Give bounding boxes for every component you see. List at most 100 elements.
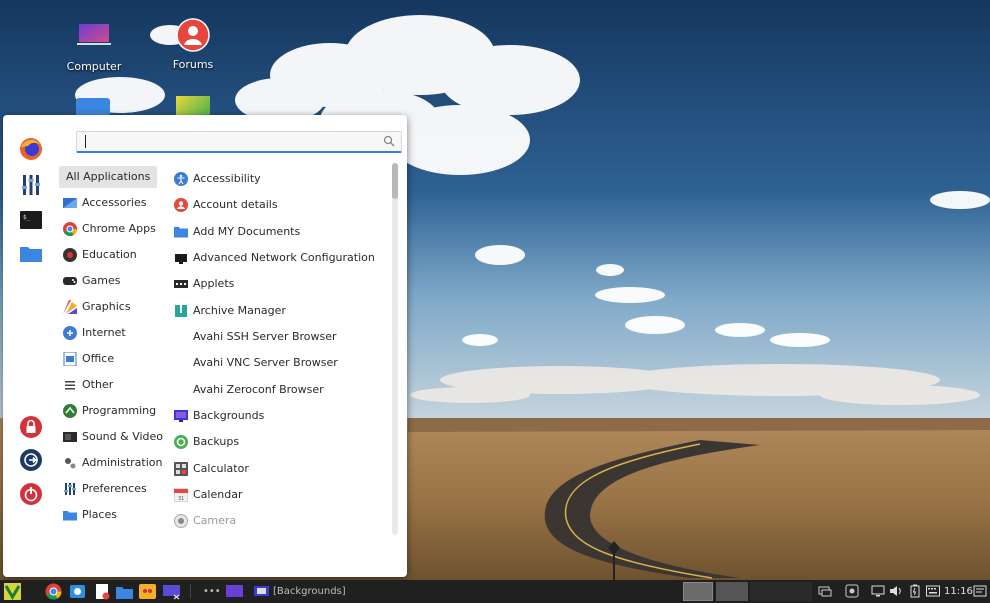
volume-icon[interactable] (889, 584, 903, 598)
keyboard-icon[interactable] (926, 584, 940, 598)
category-label: Chrome Apps (82, 222, 156, 235)
clock[interactable]: 11:16 (944, 580, 973, 603)
category-label: Graphics (82, 300, 131, 313)
archive-icon (174, 304, 188, 318)
taskbar: ••• [Backgrounds] 11:16 (0, 580, 990, 603)
app-label: Accessibility (193, 172, 261, 185)
category-office[interactable]: Office (59, 348, 157, 370)
software-center-icon[interactable] (139, 583, 156, 600)
administration-icon (63, 456, 77, 470)
category-label: Internet (82, 326, 126, 339)
settings-sliders-icon[interactable] (19, 173, 43, 197)
category-label: Other (82, 378, 114, 391)
category-preferences[interactable]: Preferences (59, 478, 157, 500)
workspace-1[interactable] (683, 582, 713, 601)
category-places[interactable]: Places (59, 504, 157, 526)
category-accessories[interactable]: Accessories (59, 192, 157, 214)
category-label: Preferences (82, 482, 147, 495)
education-icon (63, 248, 77, 262)
notifications-icon[interactable] (973, 584, 987, 598)
power-icon[interactable] (19, 482, 43, 506)
firefox-icon[interactable] (19, 137, 43, 161)
gamepad-icon (63, 274, 77, 288)
category-all-applications[interactable]: All Applications (59, 166, 157, 188)
forums-user-icon (174, 18, 212, 54)
update-notifier-icon[interactable] (845, 584, 859, 598)
category-label: Sound & Video (82, 430, 164, 443)
graphics-icon (63, 300, 77, 314)
category-programming[interactable]: Programming (59, 400, 157, 422)
terminal-icon[interactable]: $_ (19, 208, 43, 232)
display-icon[interactable] (818, 584, 832, 598)
category-administration[interactable]: Administration (59, 452, 163, 474)
desktop-icon-computer[interactable]: Computer (54, 20, 134, 73)
app-label: Calculator (193, 462, 249, 475)
app-label: Avahi SSH Server Browser (193, 330, 337, 343)
logout-icon[interactable] (19, 448, 43, 472)
category-label: Office (82, 352, 115, 365)
chrome-icon[interactable] (45, 583, 62, 600)
svg-text:31: 31 (178, 496, 184, 502)
internet-icon (63, 326, 77, 340)
category-label: Programming (82, 404, 157, 417)
category-label: Administration (82, 456, 163, 469)
backgrounds-window-icon[interactable] (254, 584, 269, 599)
files-folder-icon[interactable] (116, 583, 133, 600)
backups-icon (174, 435, 188, 449)
computer-icon (75, 20, 113, 56)
desktop-icon-forums[interactable]: Forums (153, 18, 233, 71)
desktop-icon-label: Computer (66, 60, 122, 73)
accessibility-icon (174, 172, 188, 186)
document-viewer-icon[interactable] (94, 583, 111, 600)
scrollbar-thumb[interactable] (392, 163, 398, 199)
app-icon (176, 96, 210, 116)
app-label: Avahi VNC Server Browser (193, 356, 338, 369)
accessories-icon (63, 196, 77, 210)
desktop-icon-label: Forums (172, 58, 214, 71)
calculator-icon (174, 462, 188, 476)
applets-icon (174, 277, 188, 291)
screen-settings-icon[interactable] (163, 583, 180, 600)
category-games[interactable]: Games (59, 270, 157, 292)
app-label: Calendar (193, 488, 243, 501)
category-label: Places (82, 508, 117, 521)
folder-icon (174, 225, 188, 239)
preferences-icon (63, 482, 77, 496)
battery-icon[interactable] (908, 584, 922, 598)
folder-icon[interactable] (19, 241, 43, 265)
search-input[interactable] (89, 133, 383, 151)
category-label: All Applications (66, 170, 151, 183)
app-list-scrollbar[interactable] (392, 163, 398, 535)
search-box[interactable] (76, 131, 402, 153)
category-other[interactable]: Other (59, 374, 157, 396)
category-chrome-apps[interactable]: Chrome Apps (59, 218, 157, 240)
category-graphics[interactable]: Graphics (59, 296, 157, 318)
software-store-icon[interactable] (69, 583, 86, 600)
app-label: Applets (193, 277, 235, 290)
programming-icon (63, 404, 77, 418)
other-icon (63, 378, 77, 392)
workspace-2[interactable] (716, 582, 748, 601)
app-label: Add MY Documents (193, 225, 301, 238)
screen-icon[interactable] (871, 584, 885, 598)
app-label: Camera (193, 514, 237, 527)
office-icon (63, 351, 77, 367)
workspace-3[interactable] (750, 582, 812, 601)
window-task-title[interactable]: [Backgrounds] (273, 580, 346, 603)
chrome-icon (63, 222, 77, 236)
lock-icon[interactable] (19, 415, 43, 439)
show-more-dots-icon[interactable]: ••• (203, 580, 221, 603)
category-sound-video[interactable]: Sound & Video (59, 426, 163, 448)
application-menu: $_ All Applications Accessories Chrome A… (3, 115, 407, 577)
panel-separator (190, 584, 191, 599)
app-label: Account details (193, 198, 278, 211)
calendar-icon: 31 (173, 488, 189, 503)
window-icon[interactable] (226, 583, 243, 600)
zorin-menu-icon[interactable] (4, 583, 21, 600)
network-icon (174, 251, 188, 265)
camera-icon (174, 514, 188, 528)
sound-video-icon (63, 430, 77, 444)
category-education[interactable]: Education (59, 244, 157, 266)
category-label: Games (82, 274, 121, 287)
category-internet[interactable]: Internet (59, 322, 157, 344)
